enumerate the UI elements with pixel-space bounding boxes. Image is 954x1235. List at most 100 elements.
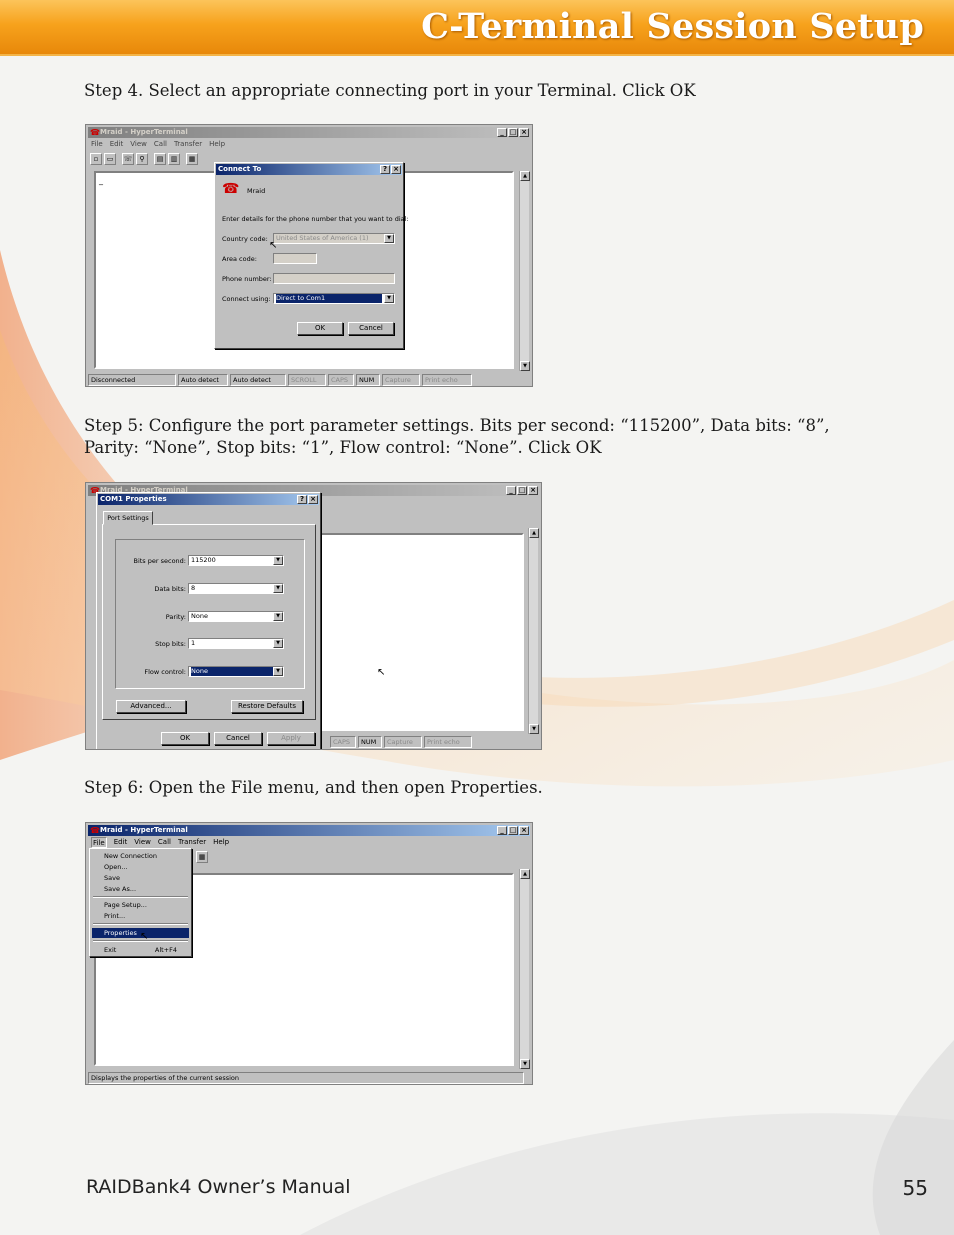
vertical-scrollbar[interactable]: ▲ ▼ [519,171,530,371]
scroll-down-icon[interactable]: ▼ [529,724,539,734]
menu-help[interactable]: Help [209,139,225,150]
scroll-up-icon[interactable]: ▲ [529,528,539,538]
flow-control-select[interactable]: None ▼ [188,666,284,677]
status-num: NUM [358,736,382,748]
advanced-button[interactable]: Advanced... [116,700,186,713]
menu-edit[interactable]: Edit [114,837,128,848]
status-connection: Disconnected [88,374,176,386]
menu-item-page-setup[interactable]: Page Setup... [92,900,189,910]
stop-bits-label: Stop bits: [155,640,186,648]
cancel-button[interactable]: Cancel [214,732,262,745]
area-code-field[interactable] [273,253,317,264]
ok-button[interactable]: OK [161,732,209,745]
ok-button[interactable]: OK [297,322,343,335]
menu-file[interactable]: File [91,139,103,150]
scroll-down-icon[interactable]: ▼ [520,361,530,371]
status-print-echo: Print echo [422,374,472,386]
country-code-select[interactable]: United States of America (1) ▼ [273,233,395,244]
maximize-button[interactable]: □ [517,486,527,495]
stop-bits-value: 1 [191,639,196,647]
bits-per-second-label: Bits per second: [133,557,186,565]
status-num: NUM [356,374,380,386]
vertical-scrollbar[interactable]: ▲ ▼ [528,528,539,734]
scroll-down-icon[interactable]: ▼ [520,1059,530,1069]
menu-item-exit[interactable]: Exit Alt+F4 [92,945,189,955]
maximize-button[interactable]: □ [508,826,518,835]
chevron-down-icon[interactable]: ▼ [273,667,283,676]
menu-item-new-connection[interactable]: New Connection [92,851,189,861]
receive-icon[interactable]: ▥ [168,153,180,165]
apply-button[interactable]: Apply [267,732,315,745]
help-button[interactable]: ? [297,495,307,504]
chevron-down-icon[interactable]: ▼ [384,294,394,303]
menu-view[interactable]: View [134,837,151,848]
maximize-button[interactable]: □ [508,128,518,137]
dialog-close-button[interactable]: × [308,495,318,504]
menu-transfer[interactable]: Transfer [178,837,206,848]
menu-item-save-as[interactable]: Save As... [92,884,189,894]
new-icon[interactable]: ▫ [90,153,102,165]
close-button[interactable]: × [519,826,529,835]
data-bits-label: Data bits: [154,585,186,593]
page-header: C-Terminal Session Setup [0,0,954,56]
country-code-value: United States of America (1) [276,234,369,242]
close-button[interactable]: × [519,128,529,137]
menu-help[interactable]: Help [213,837,229,848]
connect-using-select[interactable]: Direct to Com1 ▼ [273,293,395,304]
step-5-text-line2: Parity: “None”, Stop bits: “1”, Flow con… [84,438,602,457]
minimize-button[interactable]: _ [497,826,507,835]
restore-defaults-button[interactable]: Restore Defaults [231,700,303,713]
phone-number-field[interactable] [273,273,395,284]
minimize-button[interactable]: _ [506,486,516,495]
menu-transfer[interactable]: Transfer [174,139,202,150]
chevron-down-icon[interactable]: ▼ [273,556,283,565]
chevron-down-icon[interactable]: ▼ [273,639,283,648]
dialog-close-button[interactable]: × [391,165,401,174]
menu-call[interactable]: Call [154,139,167,150]
menu-call[interactable]: Call [158,837,171,848]
file-menu: New Connection Open... Save Save As... P… [89,848,192,957]
minimize-button[interactable]: _ [497,128,507,137]
data-bits-select[interactable]: 8 ▼ [188,583,284,594]
exit-shortcut: Alt+F4 [154,946,177,954]
toolbar: ▦ [196,851,208,865]
scroll-up-icon[interactable]: ▲ [520,869,530,879]
properties-icon[interactable]: ▦ [186,153,198,165]
properties-icon[interactable]: ▦ [196,851,208,863]
scroll-up-icon[interactable]: ▲ [520,171,530,181]
step-4-text: Step 4. Select an appropriate connecting… [84,81,696,100]
window-title: Mraid - HyperTerminal [100,128,188,136]
chevron-down-icon[interactable]: ▼ [273,584,283,593]
hyperterminal-window-connect: ☎ Mraid - HyperTerminal _ □ × File Edit … [85,124,533,387]
send-icon[interactable]: ▤ [154,153,166,165]
menu-file[interactable]: File [91,837,107,848]
cancel-button[interactable]: Cancel [348,322,394,335]
connection-name: Mraid [247,187,266,195]
open-icon[interactable]: ▭ [104,153,116,165]
menu-item-print[interactable]: Print... [92,911,189,921]
terminal-area[interactable] [318,533,524,731]
bits-per-second-select[interactable]: 115200 ▼ [188,555,284,566]
flow-control-label: Flow control: [144,668,186,676]
help-button[interactable]: ? [380,165,390,174]
menu-item-save[interactable]: Save [92,873,189,883]
stop-bits-select[interactable]: 1 ▼ [188,638,284,649]
status-autodetect-2: Auto detect [230,374,286,386]
window-title: Mraid - HyperTerminal [100,826,188,834]
status-bar: Disconnected Auto detect Auto detect SCR… [88,374,530,386]
menu-view[interactable]: View [130,139,147,150]
text-cursor: _ [99,176,103,185]
menu-bar: File Edit View Call Transfer Help [89,139,225,150]
close-button[interactable]: × [528,486,538,495]
data-bits-value: 8 [191,584,196,592]
connect-icon[interactable]: ☏ [122,153,134,165]
chevron-down-icon[interactable]: ▼ [384,234,394,243]
parity-select[interactable]: None ▼ [188,611,284,622]
chevron-down-icon[interactable]: ▼ [273,612,283,621]
disconnect-icon[interactable]: ⚲ [136,153,148,165]
menu-edit[interactable]: Edit [110,139,124,150]
tab-port-settings[interactable]: Port Settings [103,511,153,525]
menu-item-open[interactable]: Open... [92,862,189,872]
vertical-scrollbar[interactable]: ▲ ▼ [519,869,530,1069]
step-6-text: Step 6: Open the File menu, and then ope… [84,778,543,797]
